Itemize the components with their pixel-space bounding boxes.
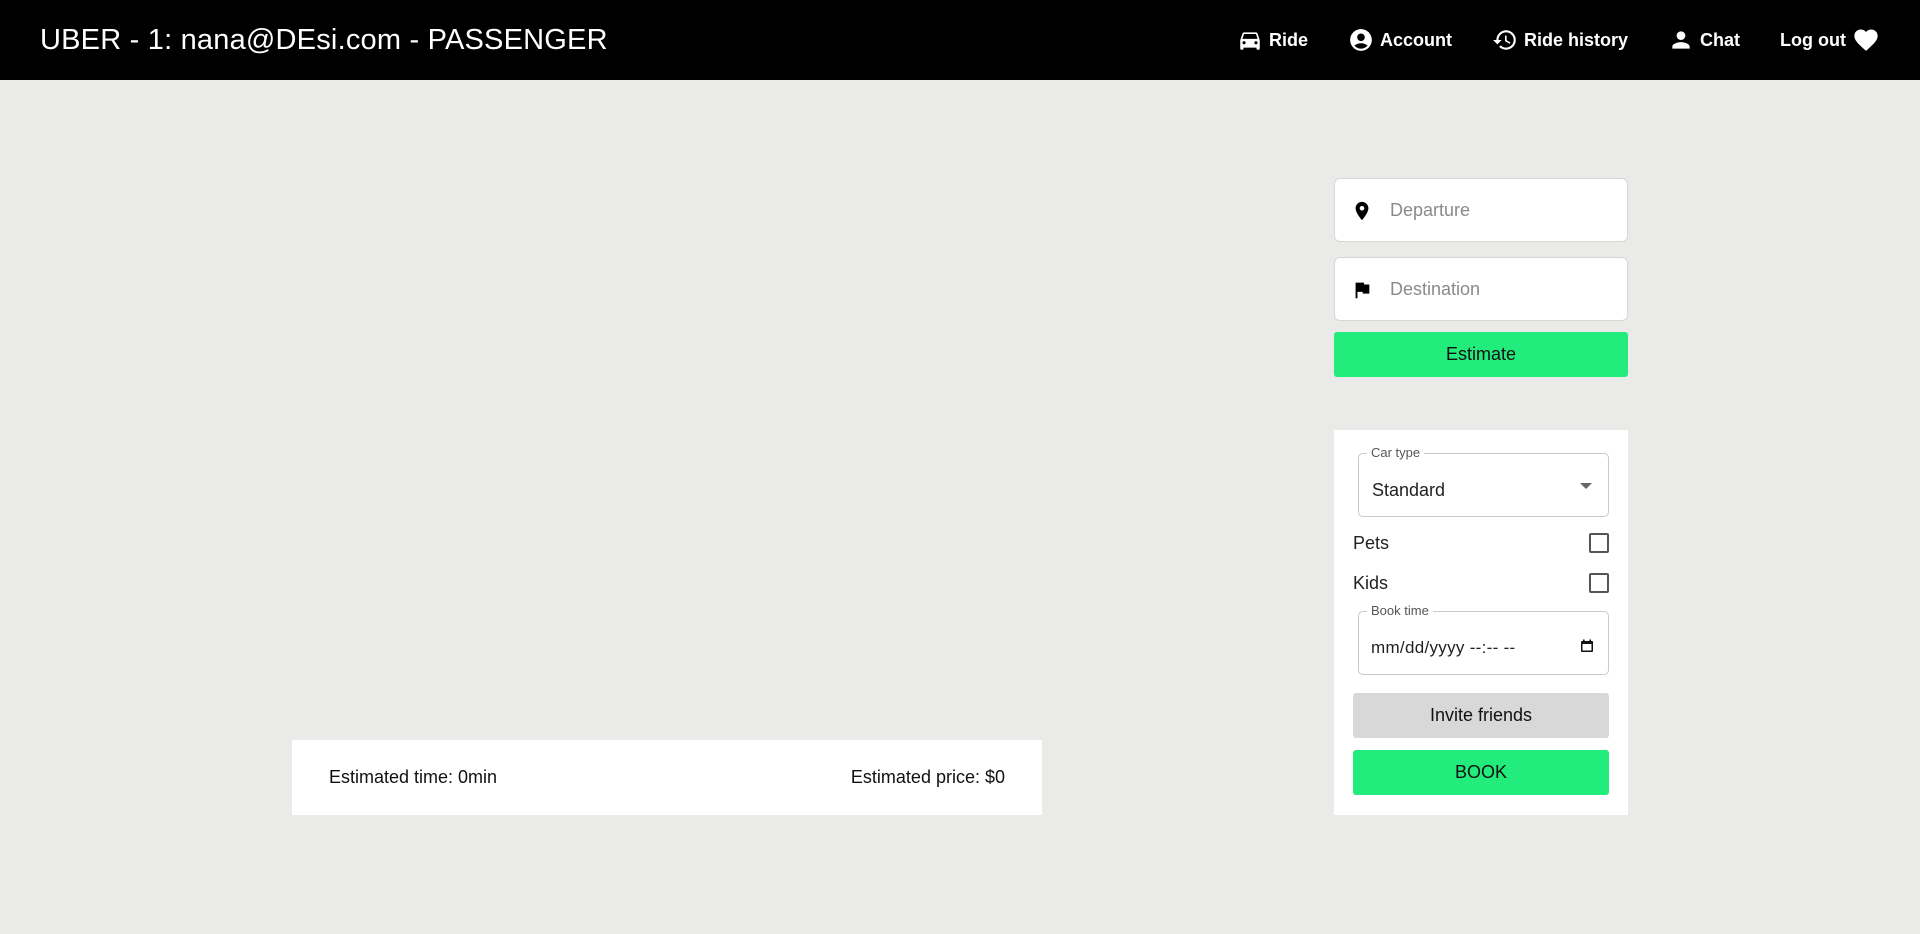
nav-ride[interactable]: Ride [1237, 27, 1308, 53]
booking-panel: Car type Standard Pets Kids Book time mm… [1334, 430, 1628, 815]
car-type-select[interactable]: Car type Standard [1358, 445, 1609, 517]
estimated-time: Estimated time: 0min [329, 767, 498, 787]
kids-label: Kids [1353, 572, 1389, 593]
account-circle-icon [1348, 27, 1374, 53]
departure-input[interactable] [1390, 199, 1610, 221]
dropdown-arrow-icon [1580, 483, 1592, 489]
departure-field[interactable] [1334, 178, 1628, 242]
nav-account-label: Account [1379, 29, 1452, 50]
nav-ride-history-label: Ride history [1523, 29, 1629, 50]
pets-row: Pets [1353, 523, 1609, 563]
pets-checkbox[interactable] [1589, 533, 1609, 553]
person-icon [1668, 27, 1694, 53]
invite-friends-button[interactable]: Invite friends [1353, 693, 1609, 738]
kids-checkbox[interactable] [1589, 573, 1609, 593]
location-pin-icon [1351, 200, 1373, 222]
nav-chat-label: Chat [1700, 29, 1741, 50]
nav-account[interactable]: Account [1348, 27, 1452, 53]
history-icon [1492, 27, 1518, 53]
book-time-field[interactable]: Book time mm/dd/yyyy --:-- -- [1358, 603, 1609, 675]
pets-label: Pets [1353, 532, 1390, 553]
estimated-price: Estimated price: $0 [850, 767, 1005, 787]
estimate-button[interactable]: Estimate [1334, 332, 1628, 377]
nav-logout-label: Log out [1780, 29, 1846, 50]
car-type-value: Standard [1372, 480, 1446, 500]
main-nav: Ride Account Ride history Chat Log out [1237, 0, 1880, 80]
kids-row: Kids [1353, 563, 1609, 603]
nav-logout[interactable]: Log out [1780, 26, 1880, 54]
book-button[interactable]: BOOK [1353, 750, 1609, 795]
car-type-label: Car type [1367, 445, 1425, 460]
nav-chat[interactable]: Chat [1668, 27, 1740, 53]
car-icon [1237, 27, 1263, 53]
book-time-label: Book time [1367, 603, 1433, 618]
app-title: UBER - 1: nana@DEsi.com - PASSENGER [40, 23, 608, 56]
book-time-value: mm/dd/yyyy --:-- -- [1371, 638, 1516, 657]
nav-ride-label: Ride [1268, 29, 1308, 50]
top-app-bar: UBER - 1: nana@DEsi.com - PASSENGER Ride… [0, 0, 1920, 80]
flag-icon [1351, 279, 1373, 301]
destination-input[interactable] [1390, 278, 1610, 300]
heart-icon [1852, 26, 1880, 54]
nav-ride-history[interactable]: Ride history [1492, 27, 1628, 53]
destination-field[interactable] [1334, 257, 1628, 321]
estimate-summary: Estimated time: 0min Estimated price: $0 [292, 740, 1042, 815]
calendar-icon[interactable] [1580, 639, 1594, 653]
route-panel: Estimate [1334, 178, 1628, 377]
